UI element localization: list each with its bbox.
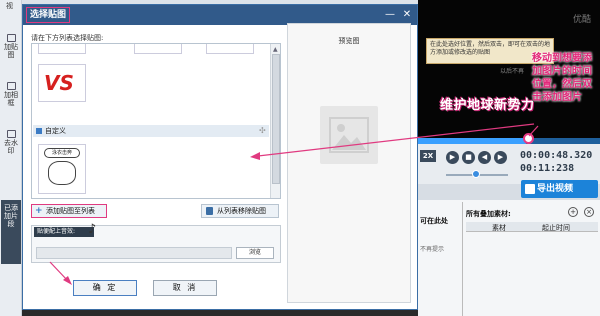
col-material: 素材 [492, 224, 506, 232]
meme-face-icon [48, 161, 76, 185]
export-video-button[interactable]: 导出视频 [521, 180, 598, 198]
scroll-thumb[interactable] [272, 54, 280, 184]
category-custom[interactable]: 自定义 ✣ [33, 125, 269, 137]
video-caption: 维护地球新势力 [440, 98, 535, 113]
speed-button[interactable]: 2X [420, 150, 436, 162]
sidebar-item-watermark[interactable]: 去水印 [2, 130, 20, 155]
video-logo: 优酷 [573, 15, 592, 25]
add-material-icon[interactable]: + [568, 207, 578, 217]
next-frame-icon[interactable]: ▶ [494, 151, 507, 164]
folder-icon [36, 128, 42, 134]
sound-file-input[interactable] [36, 247, 232, 259]
export-label: 导出视频 [537, 184, 574, 194]
add-sticker-button[interactable]: + 添加贴图至列表 [31, 204, 107, 218]
plus-icon: + [35, 206, 43, 216]
sticker-icon [6, 34, 16, 42]
materials-table-header: 素材 起止时间 [466, 222, 598, 232]
panel-hint-text: 可在此处 [420, 217, 448, 225]
move-icon: ✣ [259, 126, 266, 135]
watermark-icon [6, 130, 16, 138]
preview-title: 预览图 [338, 37, 360, 45]
sticker-thumb[interactable] [134, 44, 182, 54]
col-start-time: 起止时间 [542, 224, 570, 232]
sound-effect-section: 贴便配上音效: ♪ 浏览 [31, 222, 281, 263]
time-current: 00:00:48.320 [520, 150, 593, 161]
play-icon[interactable]: ▶ [446, 151, 459, 164]
panel-hint-checkbox[interactable]: 不再提示 [420, 244, 444, 253]
select-sticker-dialog: 选择贴图 — ✕ 请在下方列表选择贴图: VS 自定义 ✣ 泳衣击奔 ▲ + 添… [22, 4, 418, 310]
sidebar-item-frame[interactable]: 加相框 [2, 82, 20, 107]
sticker-thumb-meme[interactable]: 泳衣击奔 [38, 144, 86, 194]
dialog-titlebar[interactable]: 选择贴图 — ✕ [23, 5, 417, 25]
stop-icon[interactable]: ■ [462, 151, 475, 164]
preview-placeholder-icon [320, 106, 378, 164]
close-icon[interactable]: ✕ [400, 8, 414, 21]
add-sticker-label: 添加贴图至列表 [46, 207, 95, 215]
left-sidebar: 加贴图 加相框 去水印 [0, 0, 22, 316]
scroll-up-icon[interactable]: ▲ [273, 46, 278, 53]
sticker-list[interactable]: VS 自定义 ✣ 泳衣击奔 ▲ [31, 43, 281, 199]
time-total: 00:11:238 [520, 163, 575, 174]
remove-sticker-label: 从列表移除贴图 [217, 207, 266, 215]
minimize-icon[interactable]: — [383, 8, 397, 21]
music-note-icon: ♪ [88, 222, 97, 237]
list-instruction: 请在下方列表选择贴图: [31, 34, 104, 42]
export-icon [525, 184, 535, 194]
sticker-thumb[interactable] [206, 44, 254, 54]
browse-button[interactable]: 浏览 [236, 247, 274, 259]
dialog-title: 选择贴图 [26, 7, 71, 23]
prev-frame-icon[interactable]: ◀ [478, 151, 491, 164]
sticker-thumb[interactable] [38, 44, 86, 54]
materials-title: 所有叠加素材: [466, 210, 511, 218]
category-label: 自定义 [45, 127, 66, 135]
remove-sticker-button[interactable]: 从列表移除贴图 [201, 204, 279, 218]
volume-knob[interactable] [472, 170, 480, 178]
vs-sticker-text: VS [44, 71, 74, 95]
timeline-playhead[interactable] [523, 133, 534, 144]
sound-effect-label: 贴便配上音效: [34, 227, 94, 237]
sidebar-item-label: 加相框 [4, 91, 18, 107]
sidebar-item-label: 加贴图 [4, 43, 18, 59]
cancel-button[interactable]: 取 消 [153, 280, 217, 296]
sticker-thumb-vs[interactable]: VS [38, 64, 86, 102]
ok-button[interactable]: 确 定 [73, 280, 137, 296]
sidebar-item-sticker[interactable]: 加贴图 [2, 34, 20, 59]
app-tab[interactable]: 视 [6, 1, 13, 11]
sidebar-item-added-clips[interactable]: 已添加片段 [1, 200, 21, 264]
sidebar-item-label: 已添加片段 [4, 204, 18, 228]
trash-icon [206, 207, 213, 215]
video-tip-checkbox[interactable]: 以后不再 [500, 66, 524, 75]
annotation-note: 移动到想要添加图片的时间位置，然后双击添加图片 [532, 53, 592, 103]
panel-divider [462, 202, 463, 316]
preview-panel: 预览图 [287, 23, 411, 303]
frame-icon [6, 82, 16, 90]
meme-bubble: 泳衣击奔 [44, 148, 80, 158]
remove-material-icon[interactable]: × [584, 207, 594, 217]
sidebar-item-label: 去水印 [4, 139, 18, 155]
